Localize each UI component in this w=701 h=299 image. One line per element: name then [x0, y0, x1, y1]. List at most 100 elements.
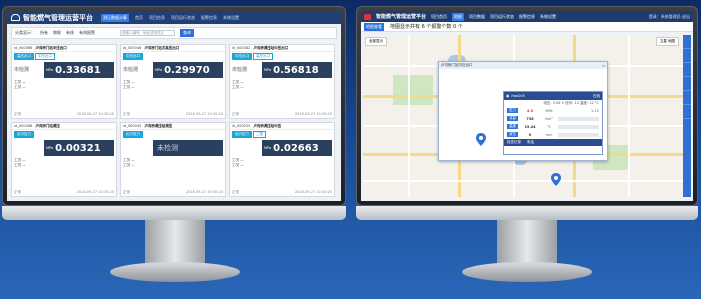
nav-item[interactable]: 报警信息 — [201, 15, 217, 21]
metric-key: 温度 — [507, 124, 518, 129]
record-link[interactable]: 检查记录 — [507, 140, 521, 145]
card-tab[interactable]: 出口压力 — [14, 131, 34, 138]
station-card[interactable]: id_000088 卢沟桥门站调压 出口压力 MPa 0.00321 工况 — 工况 … — [11, 122, 117, 197]
metric-row: 压力 4.5 MPa 1-12 — [507, 107, 599, 114]
station-card[interactable]: id_000046 卢沟桥门站次高压出口 中压出口 未检测 MPa 0.29970 … — [120, 44, 226, 119]
query-button[interactable]: 查询 — [180, 29, 194, 37]
metric-value: 0 — [528, 132, 532, 137]
device-info-card: ▣ Hao005 在线 电压: 3.56 V 信号: 14 温度: 12 °C … — [503, 91, 603, 155]
card-tab[interactable]: 中压出口 — [123, 53, 143, 60]
station-id: id_000066 — [14, 46, 33, 50]
timestamp: 2018-09-27 10:30:20 — [294, 112, 332, 116]
popup-title: 卢沟桥门站中压出口 — [441, 63, 473, 67]
station-id: id_000046 — [123, 46, 142, 50]
metric-row: 液位 0 mm — [507, 131, 599, 138]
card-tab[interactable]: 出口压力 — [123, 131, 143, 138]
card-row: 工况 — — [14, 163, 26, 167]
timestamp: 2018-09-27 10:30:20 — [185, 190, 223, 194]
station-name: 卢沟桥门站调压 — [35, 123, 60, 128]
user-info[interactable]: 登录：系统管理员 退出 — [649, 14, 690, 20]
unit-label: MPa — [46, 146, 54, 150]
card-row: 工况 — — [232, 163, 244, 167]
metric-key: 压力 — [507, 108, 518, 113]
nav-item[interactable]: 项目运行状态 — [171, 15, 195, 21]
station-name: 卢沟桥门站中压出口 — [35, 45, 67, 50]
flag-logo-icon — [364, 13, 371, 20]
map-type-switch[interactable]: 卫星 地图 — [655, 37, 679, 46]
app-title: 智能燃气管理运营平台 — [23, 13, 93, 22]
metric-unit: mm — [545, 132, 553, 137]
rail-button[interactable] — [683, 49, 691, 63]
metric-value: 19.44 — [524, 124, 536, 129]
monitor-stand-base — [462, 262, 592, 282]
monitor-chin — [356, 206, 698, 220]
right-screen: 智能燃气管理运营平台 项目首页 地图 项目数据 项目运行状态 报警信息 系统设置… — [361, 11, 693, 201]
card-state: 未检测 — [14, 67, 30, 73]
map-layer-control[interactable]: 全部显示 — [365, 37, 387, 46]
filter-option[interactable]: 所有 — [40, 30, 48, 36]
rail-button[interactable] — [683, 63, 691, 77]
card-tab[interactable]: 二路 — [253, 131, 266, 138]
metric-row: 温度 19.44 °C — [507, 123, 599, 130]
card-tab[interactable]: 出口压力 — [232, 131, 252, 138]
app-title: 智能燃气管理运营平台 — [376, 14, 427, 20]
rail-button[interactable] — [683, 105, 691, 119]
nav-item[interactable]: 系统设置 — [540, 14, 556, 20]
filter-bar: 分类显示： 所有 物联 有线 有线报警 请输入编号、地址或测试点 查询 — [11, 27, 337, 39]
station-id: id_000045 — [123, 124, 142, 128]
station-card[interactable]: id_000045 卢沟桥调压站调压 出口压力 未检测 工况 — 工况 — 正常 20… — [120, 122, 226, 197]
station-name: 卢沟桥调压站中压出口 — [253, 45, 289, 50]
metric-unit: MPa — [545, 108, 553, 113]
card-row: 工况 — — [123, 85, 135, 89]
map-view-tab[interactable]: 地图查看 — [364, 22, 384, 31]
filter-option[interactable]: 有线报警 — [79, 30, 95, 36]
map-marker-icon[interactable] — [476, 133, 486, 146]
phone-link[interactable]: 电话 — [527, 140, 534, 145]
metric-bar — [558, 124, 599, 129]
metric-bar — [558, 132, 599, 137]
close-icon[interactable]: × — [602, 64, 605, 68]
station-card[interactable]: id_000035 卢沟桥调压站中压 出口压力 二路 MPa 0.02663 工况 —… — [229, 122, 335, 197]
rail-button[interactable] — [683, 91, 691, 105]
right-topbar: 智能燃气管理运营平台 项目首页 地图 项目数据 项目运行状态 报警信息 系统设置… — [361, 11, 693, 22]
map-canvas[interactable]: 全部显示 卫星 地图 卢沟桥门站中压出口 × ▣ Hao005 在线 电压: 3… — [363, 35, 691, 197]
nav-item[interactable]: 项目首页 — [431, 14, 447, 20]
nav-item[interactable]: 首页 — [135, 15, 143, 21]
metric-key: 流量 — [507, 116, 518, 121]
card-row: 工况 — — [14, 85, 26, 89]
metric-value: 738 — [526, 116, 534, 121]
map-marker-icon[interactable] — [551, 173, 561, 186]
filter-option[interactable]: 物联 — [53, 30, 61, 36]
search-input[interactable]: 请输入编号、地址或测试点 — [120, 30, 175, 36]
nav-item[interactable]: 地图 — [452, 12, 465, 21]
station-name: 卢沟桥门站次高压出口 — [144, 45, 180, 50]
card-tab[interactable]: 高压出口 — [14, 53, 34, 60]
timestamp: 2018-09-27 10:30:20 — [76, 112, 114, 116]
nav-item[interactable]: 项目信息 — [149, 15, 165, 21]
pressure-value: 0.00321 — [55, 142, 101, 154]
card-tab[interactable]: 高压出口 — [253, 53, 273, 60]
card-tab[interactable]: 中压出口 — [232, 53, 252, 60]
nav-item[interactable]: 测压数据计算 — [101, 13, 129, 22]
station-card[interactable]: id_000066 卢沟桥门站中压出口 高压出口 中压出口 未检测 MPa 0.336… — [11, 44, 117, 119]
rail-button[interactable] — [683, 77, 691, 91]
card-state: 未检测 — [232, 67, 248, 73]
status-text: 正常 — [232, 190, 239, 194]
status-text: 正常 — [14, 190, 21, 194]
card-state: 未检测 — [123, 67, 139, 73]
device-status: 在线 — [593, 93, 600, 98]
rail-button[interactable] — [683, 35, 691, 49]
filter-option[interactable]: 有线 — [66, 30, 74, 36]
nav-item[interactable]: 项目数据 — [469, 14, 485, 20]
nav-item[interactable]: 报警信息 — [519, 14, 535, 20]
nav-item[interactable]: 项目运行状态 — [490, 14, 514, 20]
station-card[interactable]: id_000082 卢沟桥调压站中压出口 中压出口 高压出口 未检测 MPa 0.56… — [229, 44, 335, 119]
card-row: 工况 — — [232, 85, 244, 89]
left-screen: 智能燃气管理运营平台 测压数据计算 首页 项目信息 项目运行状态 报警信息 系统… — [7, 11, 341, 201]
nav-item[interactable]: 系统设置 — [223, 15, 239, 21]
station-id: id_000035 — [232, 124, 251, 128]
card-tab[interactable]: 中压出口 — [35, 53, 55, 60]
timestamp: 2018-09-27 10:30:20 — [76, 190, 114, 194]
right-monitor: 智能燃气管理运营平台 项目首页 地图 项目数据 项目运行状态 报警信息 系统设置… — [354, 0, 701, 299]
monitor-stand-base — [110, 262, 240, 282]
